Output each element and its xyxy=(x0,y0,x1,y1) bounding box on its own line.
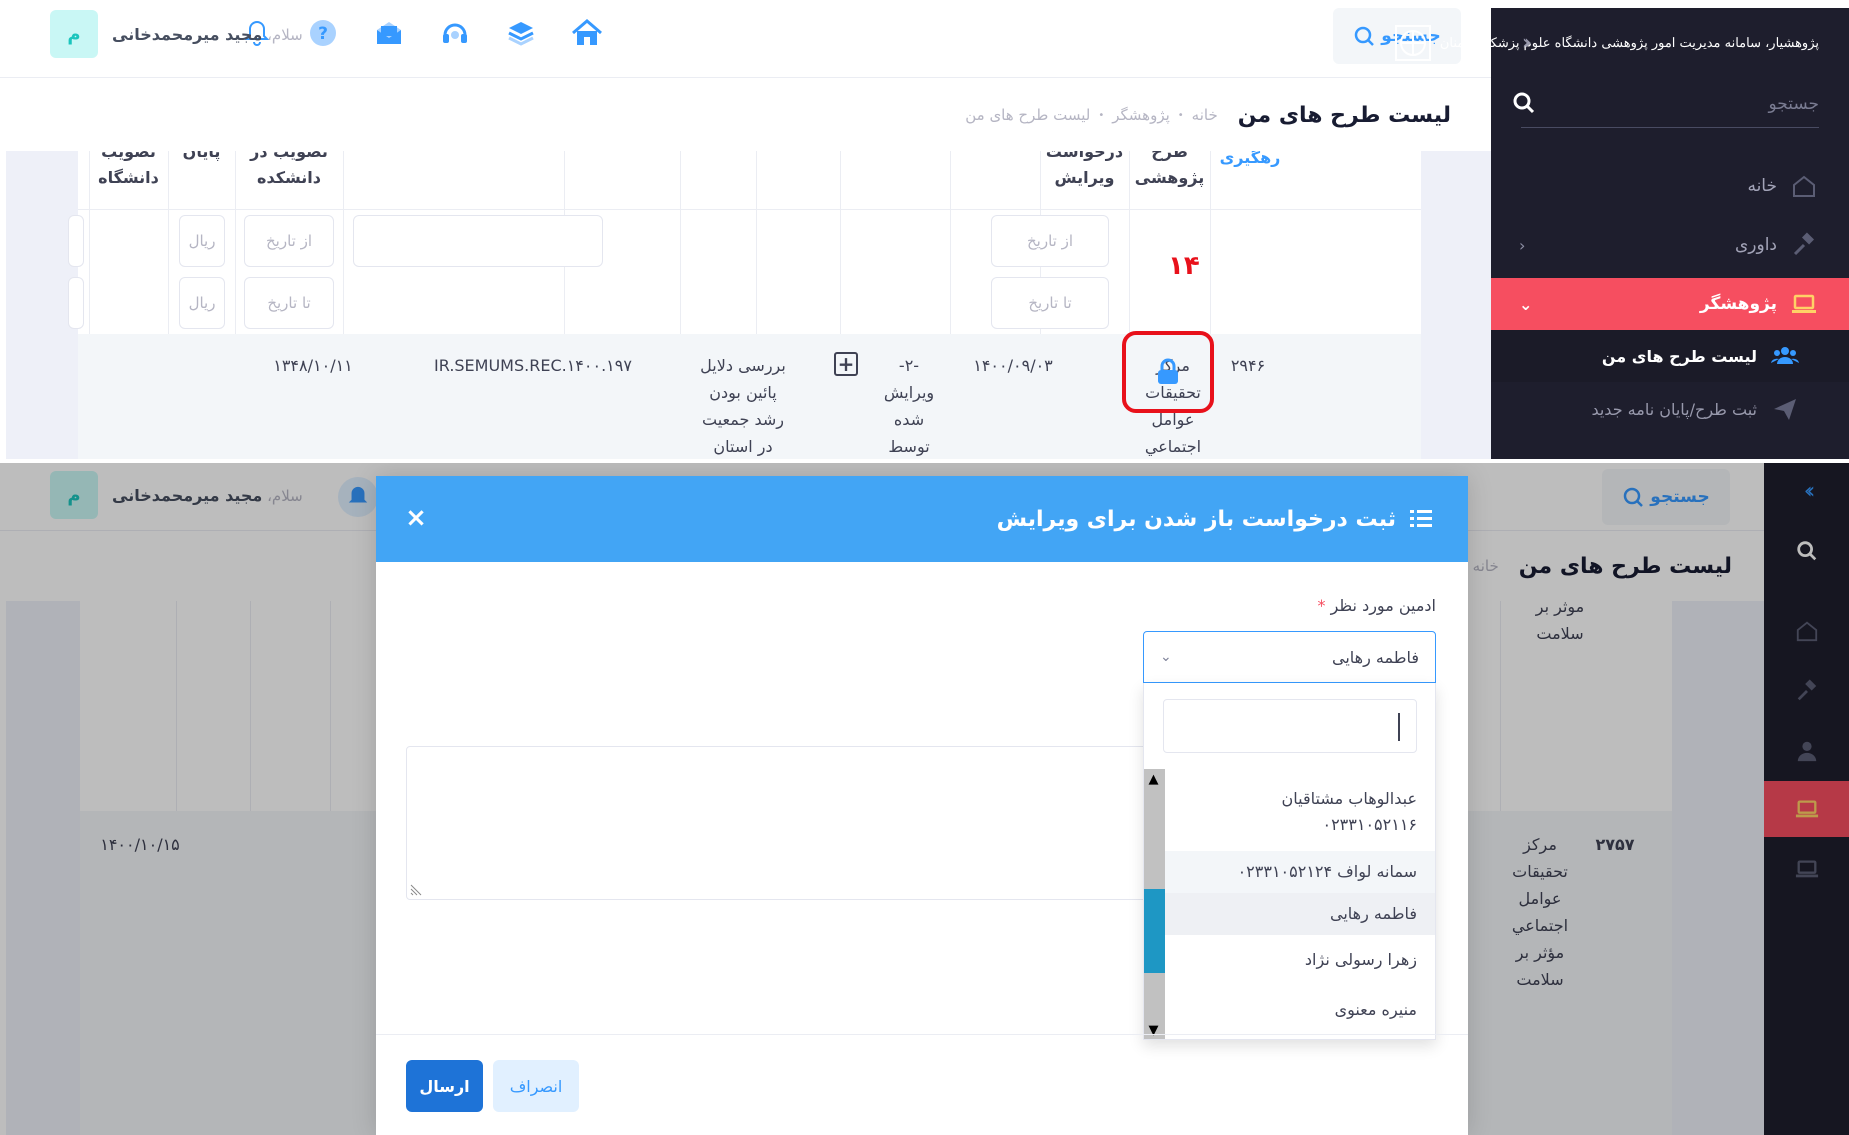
sidebar-search-placeholder: جستجو xyxy=(1768,94,1819,114)
list-icon xyxy=(1410,510,1432,527)
dropdown-option[interactable]: سمانه لواف ۰۲۳۳۱۰۵۲۱۲۴ xyxy=(1165,851,1435,893)
logo-text: پژوهشیار، سامانه مدیریت امور پژوهشی دانش… xyxy=(1439,35,1819,51)
breadcrumb-researcher[interactable]: پژوهشگر xyxy=(1112,106,1170,124)
col-header-end: پایان xyxy=(182,151,221,161)
modal-title: ثبت درخواست باز شدن برای ویرایش xyxy=(996,506,1396,532)
screenshot-panel-table: رهگیری طرح پژوهشی درخواست ویرایش تصویب د… xyxy=(0,0,1849,459)
cell-status: -۲- ویرایش شده توسط xyxy=(883,356,935,456)
dropdown-option[interactable]: عبدالوهاب مشتاقیان ۰۲۳۳۱۰۵۲۱۱۶ xyxy=(1165,769,1435,851)
col-header-faculty-approval: تصویب در دانشکده xyxy=(250,151,328,187)
search-icon xyxy=(1513,92,1535,114)
filter-faculty-to-date[interactable]: تا تاریخ xyxy=(244,277,334,329)
sidebar-item-researcher[interactable]: پژوهشگر ⌄ xyxy=(1491,278,1849,330)
cell-date: ۱۴۰۰/۰۹/۰۳ xyxy=(973,356,1053,375)
layers-icon[interactable] xyxy=(504,16,538,50)
sidebar-item-label: پژوهشگر xyxy=(1699,294,1777,314)
sidebar-collapse-icon[interactable]: ‹‹ xyxy=(1509,30,1539,54)
sidebar-subitem-new-project[interactable]: ثبت طرح/پایان نامه جدید xyxy=(1491,383,1849,435)
col-header-univ-approval: تصویب دانشگاه xyxy=(98,151,159,187)
breadcrumb: خانه • پژوهشگر • لیست طرح های من xyxy=(965,106,1218,124)
filter-end-rial-from[interactable]: ریال xyxy=(179,215,225,267)
help-icon[interactable]: ? xyxy=(306,16,340,50)
avatar: م xyxy=(50,10,98,58)
chevron-down-icon: ⌄ xyxy=(1519,294,1533,314)
home-icon[interactable] xyxy=(570,16,604,50)
chevron-left-icon: ‹ xyxy=(1519,235,1526,255)
gavel-icon xyxy=(1793,232,1815,256)
close-icon[interactable]: × xyxy=(402,503,430,533)
modal-footer-divider xyxy=(376,1034,1468,1035)
admin-dropdown: عبدالوهاب مشتاقیان ۰۲۳۳۱۰۵۲۱۱۶ سمانه لوا… xyxy=(1143,683,1436,1040)
sidebar-search-input[interactable]: جستجو xyxy=(1513,84,1819,128)
filter-input-cut[interactable] xyxy=(68,277,84,329)
content-area: رهگیری طرح پژوهشی درخواست ویرایش تصویب د… xyxy=(6,151,1491,459)
home-icon xyxy=(1793,175,1815,197)
filter-date-to[interactable]: تا تاریخ xyxy=(991,277,1109,329)
sidebar-item-home[interactable]: خانه xyxy=(1491,160,1849,212)
cell-tracking: ۲۹۴۶ xyxy=(1230,356,1266,375)
breadcrumb-home[interactable]: خانه xyxy=(1192,106,1218,124)
sidebar-item-label: داوری xyxy=(1734,235,1777,255)
cell-faculty-date: ۱۳۴۸/۱۰/۱۱ xyxy=(273,356,353,375)
filter-end-rial-to[interactable]: ریال xyxy=(179,277,225,329)
logo-mark-icon xyxy=(1394,25,1431,61)
edit-request-lock-button[interactable] xyxy=(1122,331,1214,413)
sidebar-subitem-label: ثبت طرح/پایان نامه جدید xyxy=(1591,399,1757,419)
user-menu[interactable]: سلام، مجید میرمحمدخانی م xyxy=(50,10,303,58)
projects-table: رهگیری طرح پژوهشی درخواست ویرایش تصویب د… xyxy=(68,151,1421,459)
admin-field-label: ادمین مورد نظر * xyxy=(1317,596,1436,615)
app-logo[interactable]: پژوهشیار، سامانه مدیریت امور پژوهشی دانش… xyxy=(1394,18,1819,68)
svg-text:?: ? xyxy=(318,24,328,44)
expand-row-button[interactable]: + xyxy=(834,352,858,376)
page-title: لیست طرح های من xyxy=(1237,102,1451,128)
screenshot-panel-modal: موثر بر سلامت ۲۷۵۷ مرکز تحقیقات عوامل اج… xyxy=(0,463,1849,1135)
cell-project-title: بررسی دلایل پائین بودن رشد جمعیت در استا… xyxy=(700,356,786,456)
modal-header: ثبت درخواست باز شدن برای ویرایش xyxy=(376,476,1468,562)
user-greeting: سلام، مجید میرمحمدخانی xyxy=(112,24,303,44)
dropdown-option-selected[interactable]: فاطمه رهایی xyxy=(1165,893,1435,935)
filter-faculty-from-date[interactable]: از تاریخ xyxy=(244,215,334,267)
admin-select-value: فاطمه رهایی xyxy=(1332,647,1419,667)
sidebar-item-review[interactable]: داوری ‹ xyxy=(1491,219,1849,271)
send-button[interactable]: ارسال xyxy=(406,1060,483,1112)
request-description-textarea[interactable] xyxy=(406,746,1166,900)
scroll-down-icon[interactable]: ▼ xyxy=(1144,1020,1165,1039)
dropdown-option[interactable]: منیره معنوی xyxy=(1165,985,1435,1035)
sidebar-subitem-label: لیست طرح های من xyxy=(1601,346,1757,366)
users-icon xyxy=(1771,347,1799,364)
dropdown-search-input[interactable] xyxy=(1163,699,1417,753)
filter-input-cut[interactable] xyxy=(68,215,84,267)
dropdown-options: عبدالوهاب مشتاقیان ۰۲۳۳۱۰۵۲۱۱۶ سمانه لوا… xyxy=(1144,769,1435,1039)
top-header: جستجو ? سلام، مجید میرمحمدخانی م xyxy=(0,0,1491,78)
scrollbar-thumb[interactable] xyxy=(1144,889,1165,973)
col-header-project: طرح پژوهشی xyxy=(1134,151,1205,187)
paper-plane-icon xyxy=(1774,399,1796,420)
subheader: لیست طرح های من خانه • پژوهشگر • لیست طر… xyxy=(0,79,1491,151)
search-icon xyxy=(1355,26,1375,46)
dropdown-option[interactable]: زهرا رسولی نژاد xyxy=(1165,935,1435,985)
resize-grip-icon[interactable] xyxy=(409,881,425,897)
sidebar-subitem-my-projects[interactable]: لیست طرح های من xyxy=(1491,330,1849,382)
cell-ethics-code: IR.SEMUMS.REC.۱۴۰۰.۱۹۷ xyxy=(434,356,632,375)
table-row: ۲۹۴۶ مرکز تحقیقات عوامل اجتماعي ۱۴۰۰/۰۹/… xyxy=(78,334,1421,459)
scroll-up-icon[interactable]: ▲ xyxy=(1144,769,1165,789)
lock-icon xyxy=(1158,358,1178,384)
dropdown-scrollbar[interactable]: ▲ ▼ xyxy=(1144,769,1165,1039)
breadcrumb-current[interactable]: لیست طرح های من xyxy=(965,106,1090,124)
col-header-tracking[interactable]: رهگیری xyxy=(1210,151,1290,171)
sidebar: پژوهشیار، سامانه مدیریت امور پژوهشی دانش… xyxy=(1394,8,1849,459)
filter-code-input[interactable] xyxy=(353,215,603,267)
laptop-icon xyxy=(1792,294,1816,313)
sidebar-item-label: خانه xyxy=(1747,176,1777,196)
cancel-button[interactable]: انصراف xyxy=(493,1060,579,1112)
annotation-number: ۱۴ xyxy=(1168,251,1200,281)
filter-date-from[interactable]: از تاریخ xyxy=(991,215,1109,267)
admin-select[interactable]: فاطمه رهایی ⌄ xyxy=(1143,631,1436,683)
col-header-edit-request: درخواست ویرایش xyxy=(1045,151,1124,187)
chevron-down-icon: ⌄ xyxy=(1160,649,1172,665)
headset-icon[interactable] xyxy=(438,16,472,50)
mail-icon[interactable] xyxy=(372,16,406,50)
edit-request-modal: ثبت درخواست باز شدن برای ویرایش × ادمین … xyxy=(376,476,1468,1135)
